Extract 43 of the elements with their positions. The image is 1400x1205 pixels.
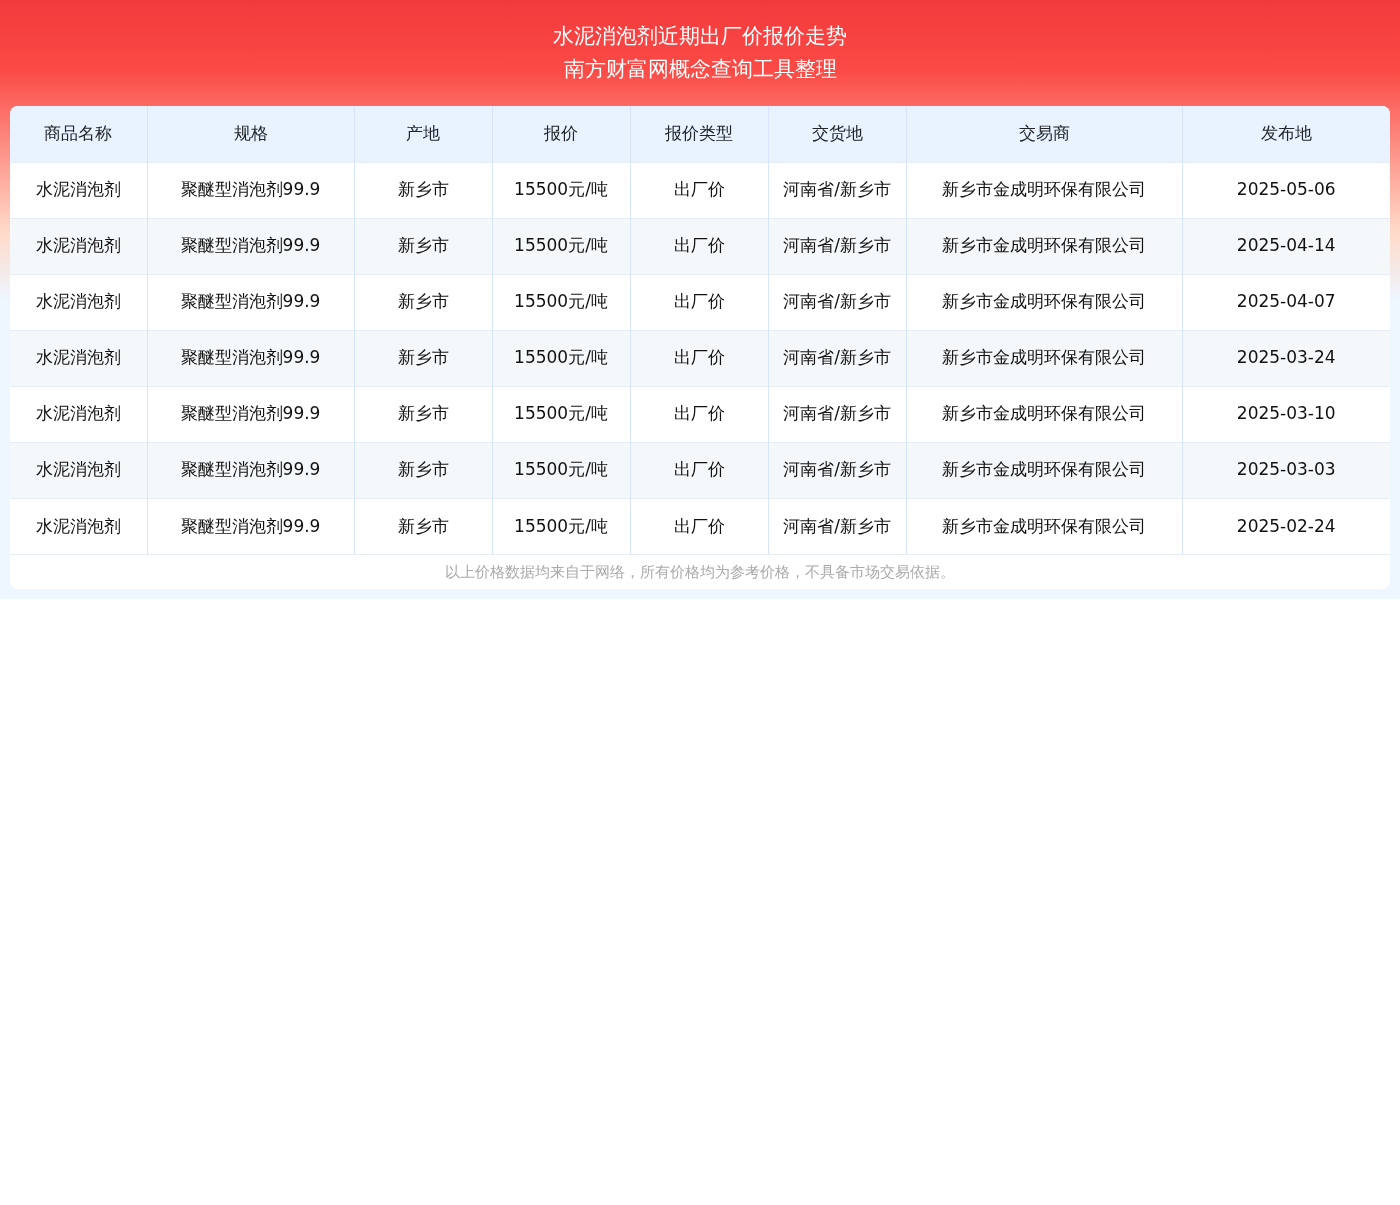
table-cell: 河南省/新乡市 (768, 330, 906, 386)
table-cell: 出厂价 (630, 218, 768, 274)
column-header: 产地 (354, 106, 492, 162)
table-cell: 聚醚型消泡剂99.9 (147, 442, 354, 498)
table-cell: 河南省/新乡市 (768, 498, 906, 554)
table-cell: 出厂价 (630, 330, 768, 386)
table-cell: 新乡市 (354, 442, 492, 498)
disclaimer-note: 以上价格数据均来自于网络，所有价格均为参考价格，不具备市场交易依据。 (10, 554, 1390, 589)
table-cell: 新乡市金成明环保有限公司 (906, 498, 1182, 554)
table-cell: 聚醚型消泡剂99.9 (147, 330, 354, 386)
table-cell: 水泥消泡剂 (10, 498, 147, 554)
column-header: 交易商 (906, 106, 1182, 162)
page-subtitle: 南方财富网概念查询工具整理 (563, 56, 837, 83)
column-header: 报价 (492, 106, 630, 162)
table-cell: 15500元/吨 (492, 498, 630, 554)
table-cell: 2025-04-14 (1182, 218, 1390, 274)
table-cell: 15500元/吨 (492, 330, 630, 386)
column-header: 报价类型 (630, 106, 768, 162)
table-cell: 2025-03-03 (1182, 442, 1390, 498)
table-cell: 水泥消泡剂 (10, 218, 147, 274)
table-cell: 新乡市金成明环保有限公司 (906, 218, 1182, 274)
table-cell: 2025-02-24 (1182, 498, 1390, 554)
table-cell: 新乡市 (354, 218, 492, 274)
column-header: 商品名称 (10, 106, 147, 162)
table-cell: 新乡市 (354, 330, 492, 386)
table-cell: 出厂价 (630, 498, 768, 554)
table-cell: 15500元/吨 (492, 442, 630, 498)
page-title: 水泥消泡剂近期出厂价报价走势 (553, 23, 847, 50)
table-cell: 水泥消泡剂 (10, 442, 147, 498)
column-header: 交货地 (768, 106, 906, 162)
column-header: 规格 (147, 106, 354, 162)
table-cell: 出厂价 (630, 442, 768, 498)
table-cell: 聚醚型消泡剂99.9 (147, 498, 354, 554)
table-cell: 15500元/吨 (492, 218, 630, 274)
table-cell: 新乡市 (354, 498, 492, 554)
table-cell: 新乡市金成明环保有限公司 (906, 330, 1182, 386)
table-cell: 河南省/新乡市 (768, 442, 906, 498)
table-cell: 水泥消泡剂 (10, 330, 147, 386)
table-cell: 2025-03-24 (1182, 330, 1390, 386)
column-header: 发布地 (1182, 106, 1390, 162)
table-cell: 河南省/新乡市 (768, 218, 906, 274)
table-cell: 聚醚型消泡剂99.9 (147, 218, 354, 274)
table-cell: 新乡市金成明环保有限公司 (906, 442, 1182, 498)
